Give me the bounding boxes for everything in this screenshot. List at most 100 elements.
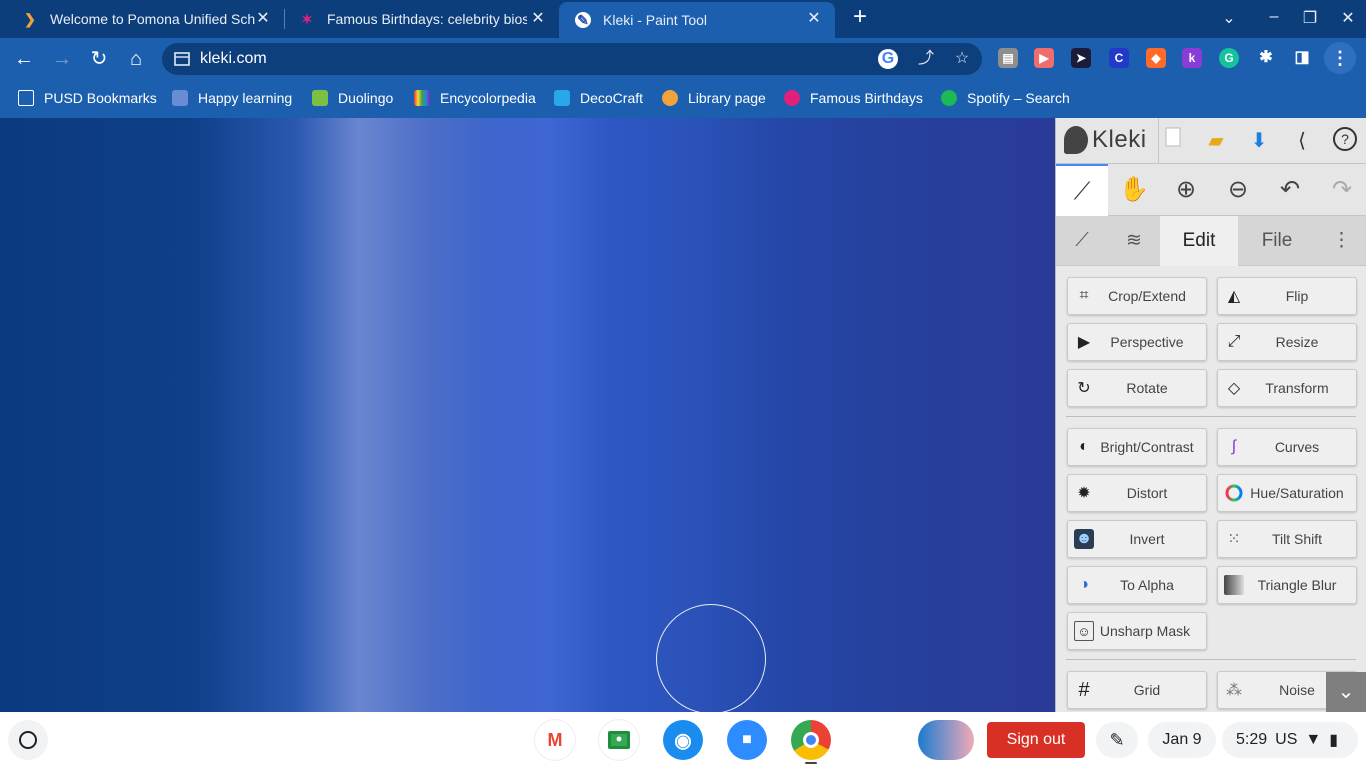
extension-printer-icon[interactable]: ▤ xyxy=(998,48,1018,68)
perspective-button[interactable]: ▶ Perspective xyxy=(1067,323,1207,361)
gmail-icon[interactable]: M xyxy=(535,720,575,760)
distort-button[interactable]: ✹ Distort xyxy=(1067,474,1207,512)
zoom-icon[interactable]: ■ xyxy=(727,720,767,760)
status-area[interactable]: 5:29 US ▼ ▮ xyxy=(1222,722,1358,758)
grammarly-icon[interactable]: G xyxy=(1219,48,1239,68)
tab-pomona[interactable]: ❯ Welcome to Pomona Unified Sch ✕ xyxy=(0,2,284,36)
site-info-icon[interactable] xyxy=(174,51,190,67)
resize-icon: ⤢ xyxy=(1227,333,1241,350)
folder-icon xyxy=(18,90,34,106)
scroll-down-icon[interactable]: ⌄ xyxy=(1326,672,1366,712)
divider xyxy=(1066,659,1356,660)
triangle-blur-icon xyxy=(1224,575,1244,595)
bookmark-library[interactable]: Library page xyxy=(662,88,766,108)
to-alpha-icon: ◑ xyxy=(1079,576,1089,593)
invert-button[interactable]: ☻ Invert xyxy=(1067,520,1207,558)
tab-brush-icon[interactable]: ⟋ xyxy=(1056,216,1108,266)
hue-saturation-button[interactable]: Hue/Saturation xyxy=(1217,474,1357,512)
chrome-icon[interactable] xyxy=(791,720,831,760)
bookmark-star-icon[interactable]: ☆ xyxy=(952,49,972,69)
accessibility-eye-icon[interactable]: ◉ xyxy=(663,720,703,760)
download-icon[interactable]: ⬇ xyxy=(1244,126,1274,156)
extension-orange-icon[interactable]: ◆ xyxy=(1146,48,1166,68)
share-icon[interactable]: ⟨ xyxy=(1287,126,1317,156)
tab-edit[interactable]: Edit xyxy=(1160,216,1238,266)
extension-video-icon[interactable]: ▶ xyxy=(1034,48,1054,68)
help-icon[interactable]: ? xyxy=(1330,126,1360,156)
reload-icon[interactable]: ↻ xyxy=(87,47,111,71)
share-icon[interactable]: ⤴ xyxy=(916,49,936,69)
hand-tool-icon[interactable]: ✋ xyxy=(1108,164,1160,216)
tab-search-icon[interactable]: ⌄ xyxy=(1217,8,1241,30)
flip-icon: ◭ xyxy=(1227,288,1241,305)
bookmark-decocraft[interactable]: DecoCraft xyxy=(554,88,643,108)
extensions-puzzle-icon[interactable]: ✱ xyxy=(1256,48,1276,68)
brush-tool-icon[interactable]: ⟋ xyxy=(1056,164,1108,216)
date-button[interactable]: Jan 9 xyxy=(1148,722,1216,758)
chrome-menu-icon[interactable]: ⋮ xyxy=(1324,42,1356,74)
bookmark-duolingo[interactable]: Duolingo xyxy=(312,88,393,108)
new-tab-button[interactable]: + xyxy=(848,5,872,30)
flip-button[interactable]: ◭ Flip xyxy=(1217,277,1357,315)
bright-contrast-button[interactable]: ◐ Bright/Contrast xyxy=(1067,428,1207,466)
maximize-icon[interactable]: ❐ xyxy=(1298,8,1322,30)
bookmark-pusd[interactable]: PUSD Bookmarks xyxy=(18,88,157,108)
zoom-in-icon[interactable]: ⊕ xyxy=(1160,164,1212,216)
rotate-button[interactable]: ↻ Rotate xyxy=(1067,369,1207,407)
google-lens-icon[interactable]: G xyxy=(878,49,898,69)
address-bar[interactable]: kleki.com G ⤴ ☆ xyxy=(162,43,982,75)
redo-icon[interactable]: ↷ xyxy=(1316,164,1366,216)
input-locale: US xyxy=(1275,731,1298,748)
bookmark-spotify[interactable]: Spotify – Search xyxy=(941,88,1070,108)
zoom-out-icon[interactable]: ⊖ xyxy=(1212,164,1264,216)
crop-extend-button[interactable]: ⌗ Crop/Extend xyxy=(1067,277,1207,315)
noise-icon: ⁂ xyxy=(1226,682,1242,699)
bookmark-happy-learning[interactable]: Happy learning xyxy=(172,88,292,108)
encycolorpedia-icon xyxy=(414,90,430,106)
url-text[interactable]: kleki.com xyxy=(200,50,267,68)
transform-button[interactable]: ◇ Transform xyxy=(1217,369,1357,407)
open-folder-icon[interactable]: ▰ xyxy=(1201,126,1231,156)
grid-button[interactable]: # Grid xyxy=(1067,671,1207,709)
google-classroom-icon[interactable] xyxy=(599,720,639,760)
to-alpha-button[interactable]: ◑ To Alpha xyxy=(1067,566,1207,604)
drawing-canvas[interactable] xyxy=(0,118,1055,714)
tilt-shift-button[interactable]: ⁙ Tilt Shift xyxy=(1217,520,1357,558)
side-panel-icon[interactable]: ◨ xyxy=(1292,48,1312,68)
back-icon[interactable]: ← xyxy=(12,47,36,71)
curves-button[interactable]: ∫ Curves xyxy=(1217,428,1357,466)
user-avatar[interactable] xyxy=(918,720,974,760)
decocraft-icon xyxy=(554,90,570,106)
undo-icon[interactable]: ↶ xyxy=(1264,164,1316,216)
browser-toolbar: ← → ↻ ⌂ kleki.com G ⤴ ☆ ▤ ▶ ➤ C ◆ k G ✱ … xyxy=(0,38,1366,80)
new-image-icon[interactable] xyxy=(1158,126,1188,156)
forward-icon[interactable]: → xyxy=(50,47,74,71)
crop-icon: ⌗ xyxy=(1079,287,1089,304)
browser-chrome: ❯ Welcome to Pomona Unified Sch ✕ ✶ Famo… xyxy=(0,0,1366,118)
tab-file[interactable]: File xyxy=(1238,216,1316,266)
tab-layers-icon[interactable]: ≋ xyxy=(1108,216,1160,266)
close-tab-icon[interactable]: ✕ xyxy=(254,10,272,28)
resize-button[interactable]: ⤢ Resize xyxy=(1217,323,1357,361)
minimize-icon[interactable]: – xyxy=(1262,8,1286,30)
triangle-blur-button[interactable]: Triangle Blur xyxy=(1217,566,1357,604)
tab-famous-birthdays[interactable]: ✶ Famous Birthdays: celebrity bios ✕ xyxy=(285,2,559,36)
close-tab-icon[interactable]: ✕ xyxy=(805,10,823,28)
close-window-icon[interactable]: ✕ xyxy=(1336,8,1360,30)
more-options-icon[interactable]: ⋮ xyxy=(1316,216,1366,266)
bookmark-famous-birthdays[interactable]: Famous Birthdays xyxy=(784,88,923,108)
kleki-logo[interactable]: Kleki xyxy=(1064,126,1147,154)
launcher-button[interactable] xyxy=(8,720,48,760)
unsharp-mask-button[interactable]: ☺ Unsharp Mask xyxy=(1067,612,1207,650)
kleki-tool-bar: ⟋ ✋ ⊕ ⊖ ↶ ↷ xyxy=(1056,164,1366,216)
extension-k-icon[interactable]: k xyxy=(1182,48,1202,68)
home-icon[interactable]: ⌂ xyxy=(124,47,148,71)
stylus-tools-icon[interactable]: ✎ xyxy=(1096,722,1138,758)
rotate-icon: ↻ xyxy=(1077,380,1091,397)
extension-c-icon[interactable]: C xyxy=(1109,48,1129,68)
sign-out-button[interactable]: Sign out xyxy=(987,722,1085,758)
extension-cursor-icon[interactable]: ➤ xyxy=(1071,48,1091,68)
tab-kleki[interactable]: ✎ Kleki - Paint Tool ✕ xyxy=(559,2,835,38)
bookmark-encycolorpedia[interactable]: Encycolorpedia xyxy=(414,88,536,108)
close-tab-icon[interactable]: ✕ xyxy=(529,10,547,28)
